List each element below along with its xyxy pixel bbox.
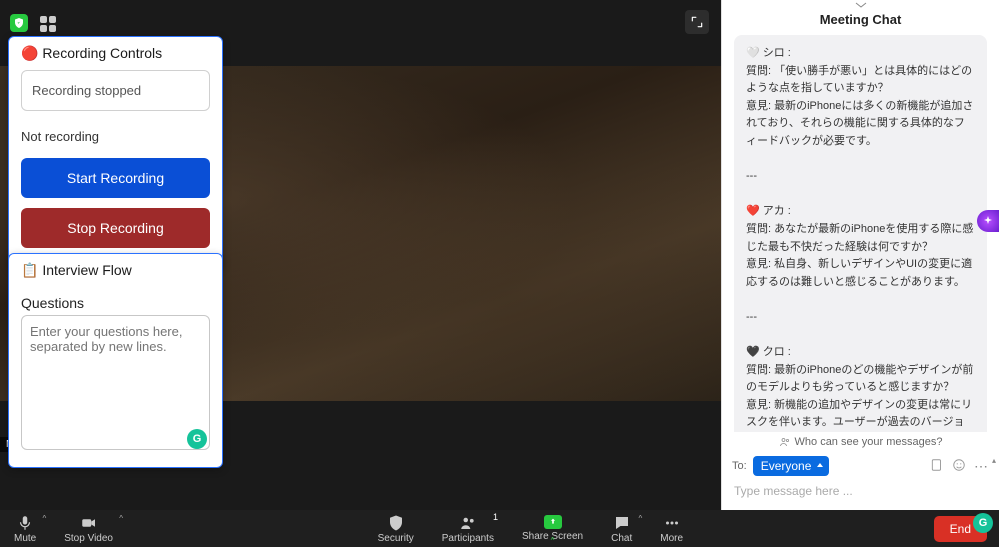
security-label: Security (378, 533, 414, 544)
stop-recording-button[interactable]: Stop Recording (21, 208, 210, 248)
participants-button[interactable]: 1 Participants (428, 510, 508, 547)
ai-assistant-launcher-icon[interactable] (977, 210, 999, 232)
emoji-icon[interactable] (952, 458, 966, 475)
stop-video-button[interactable]: Stop Video ^ (50, 510, 127, 547)
interview-panel-title: 📋 Interview Flow (9, 254, 222, 287)
chat-message-list[interactable]: 🤍 シロ : 質問: 「使い勝手が悪い」とは具体的にはどのような点を指しています… (722, 35, 999, 432)
share-options-caret-icon[interactable]: ^ (551, 536, 555, 545)
chat-visibility-hint[interactable]: Who can see your messages? (722, 432, 999, 452)
questions-textarea[interactable] (21, 315, 210, 450)
mute-options-caret-icon[interactable]: ^ (42, 514, 46, 523)
chat-message-input[interactable] (732, 480, 989, 502)
mute-button[interactable]: Mute ^ (0, 510, 50, 547)
more-label: More (660, 533, 683, 544)
more-button[interactable]: More (646, 510, 697, 547)
recording-panel-title: 🔴 Recording Controls (9, 37, 222, 70)
start-recording-button[interactable]: Start Recording (21, 158, 210, 198)
share-screen-button[interactable]: Share Screen ^ (508, 510, 597, 547)
chat-collapse-toggle[interactable] (722, 0, 999, 8)
security-button[interactable]: Security (364, 510, 428, 547)
chat-recipient-selector[interactable]: Everyone (753, 456, 830, 476)
chat-to-label: To: (732, 460, 747, 472)
grammarly-icon[interactable]: G (187, 429, 207, 449)
mute-label: Mute (14, 533, 36, 544)
chat-more-options-icon[interactable]: ⋯ (974, 458, 989, 475)
chat-options-caret-icon[interactable]: ^ (638, 514, 642, 523)
participants-count: 1 (493, 512, 498, 522)
enter-fullscreen-button[interactable] (685, 10, 709, 34)
chat-message: 🤍 シロ : 質問: 「使い勝手が悪い」とは具体的にはどのような点を指しています… (734, 35, 987, 432)
participants-label: Participants (442, 533, 494, 544)
meeting-chat-panel: Meeting Chat 🤍 シロ : 質問: 「使い勝手が悪い」とは具体的には… (721, 0, 999, 510)
recording-status-text: Not recording (21, 123, 210, 158)
meeting-toolbar: Mute ^ Stop Video ^ Security 1 Participa… (0, 510, 999, 547)
video-options-caret-icon[interactable]: ^ (119, 514, 123, 523)
view-layout-icon[interactable] (38, 14, 58, 34)
chat-button[interactable]: Chat ^ (597, 510, 646, 547)
stop-video-label: Stop Video (64, 533, 113, 544)
encryption-shield-icon[interactable] (10, 14, 28, 32)
recording-status-box: Recording stopped (21, 70, 210, 111)
grammarly-floating-icon[interactable]: G (973, 513, 993, 533)
interview-flow-panel: 📋 Interview Flow Questions G (8, 253, 223, 468)
questions-section-label: Questions (9, 287, 222, 315)
chat-label: Chat (611, 533, 632, 544)
chat-panel-title: Meeting Chat (722, 8, 999, 35)
chat-visibility-text: Who can see your messages? (795, 436, 943, 448)
file-attach-icon[interactable] (930, 458, 944, 475)
recording-controls-panel: 🔴 Recording Controls Recording stopped N… (8, 36, 223, 269)
